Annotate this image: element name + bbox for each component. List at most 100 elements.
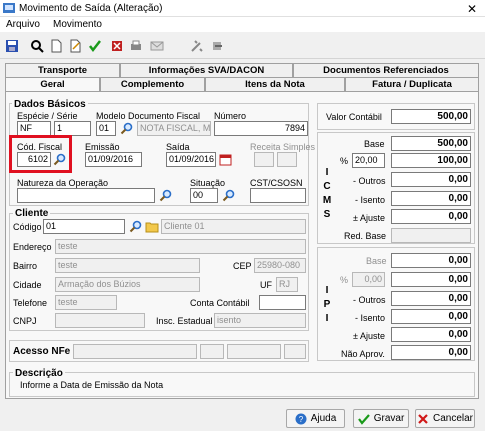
calendar-icon[interactable] [218,152,233,167]
tab-itens-da-nota[interactable]: Itens da Nota [205,77,345,91]
cliente-search-icon[interactable] [128,219,143,234]
acesso-nfe-field-1 [73,344,197,359]
situacao-search-icon[interactable] [221,188,236,203]
acesso-nfe-field-2 [200,344,224,359]
new-document-icon[interactable] [47,37,64,54]
especie-field[interactable]: NF [17,121,51,136]
cnpj-label: CNPJ [13,316,37,326]
confirm-check-icon[interactable] [86,37,103,54]
icms-outros-field[interactable]: 0,00 [391,172,471,187]
icms-red-base-field [391,228,471,243]
icms-red-base-label: Red. Base [344,231,387,241]
help-icon: ? [295,413,307,424]
natureza-field[interactable] [17,188,155,203]
ajuda-button[interactable]: ? Ajuda [286,409,345,428]
acesso-nfe-label: Acesso NFe [13,346,71,357]
icms-outros-label: - Outros [353,176,386,186]
check-icon [357,413,370,425]
ipi-outros-label: - Outros [353,295,386,305]
menu-arquivo[interactable]: Arquivo [6,19,40,30]
gravar-label: Gravar [373,413,405,424]
receita-simples-field-1 [254,152,274,167]
tab-fatura-duplicata[interactable]: Fatura / Duplicata [345,77,479,91]
highlight-box [9,135,72,173]
especie-serie-label: Espécie / Série [17,111,78,121]
icms-pct-field[interactable]: 20,00 [352,153,385,168]
modelo-code-field[interactable]: 01 [96,121,116,136]
edit-document-icon[interactable] [66,37,83,54]
icms-pct-label: % [340,156,349,166]
tab-informacoes-sva[interactable]: Informações SVA/DACON [120,63,293,77]
natureza-search-icon[interactable] [158,188,173,203]
uf-label: UF [260,280,272,290]
floppy-icon[interactable] [3,37,20,54]
modelo-label: Modelo Documento Fiscal [96,111,201,121]
delete-icon[interactable] [108,37,125,54]
bairro-field: teste [55,258,200,273]
ipi-isento-label: - Isento [355,313,386,323]
icms-letter-3: M [322,195,332,206]
endereco-label: Endereço [13,242,52,252]
modelo-search-icon[interactable] [119,121,134,136]
cliente-codigo-field[interactable]: 01 [43,219,125,234]
ipi-pct-label: % [340,275,349,285]
close-icon[interactable]: ✕ [465,2,479,16]
telefone-field: teste [55,295,117,310]
cst-field[interactable] [250,188,306,203]
ipi-valor-field[interactable]: 0,00 [391,272,471,287]
cliente-nome-field: Cliente 01 [161,219,306,234]
search-icon[interactable] [28,37,45,54]
ipi-isento-field[interactable]: 0,00 [391,309,471,324]
valor-contabil-field[interactable]: 500,00 [391,109,471,124]
insc-estadual-label: Insc. Estadual [156,316,213,326]
ipi-nao-aprov-label: Não Aprov. [341,349,385,359]
icms-vertical-label: I C M S [320,166,334,222]
ipi-ajuste-field[interactable]: 0,00 [391,327,471,342]
icms-ajuste-field[interactable]: 0,00 [391,209,471,224]
mail-icon[interactable] [148,37,165,54]
ipi-letter-3: I [325,313,329,324]
exit-icon[interactable] [208,37,225,54]
conta-contabil-label: Conta Contábil [190,298,250,308]
icms-letter-1: I [325,167,329,178]
saida-field[interactable]: 01/09/2016 [166,152,216,167]
icms-isento-field[interactable]: 0,00 [391,191,471,206]
descricao-title: Descrição [13,368,65,379]
tools-icon[interactable] [188,37,205,54]
descricao-text: Informe a Data de Emissão da Nota [20,380,164,390]
serie-field[interactable]: 1 [54,121,91,136]
ipi-pct-field: 0,00 [352,272,385,287]
cidade-field: Armação dos Búzios [55,277,200,292]
ipi-nao-aprov-field[interactable]: 0,00 [391,345,471,360]
ipi-outros-field[interactable]: 0,00 [391,291,471,306]
icms-valor-field[interactable]: 100,00 [391,153,471,168]
cancelar-button[interactable]: Cancelar [415,409,475,428]
cidade-label: Cidade [13,280,42,290]
numero-field[interactable]: 7894 [214,121,308,136]
tab-geral[interactable]: Geral [5,77,100,91]
icms-base-field[interactable]: 500,00 [391,136,471,151]
folder-icon[interactable] [144,219,159,234]
ipi-base-field[interactable]: 0,00 [391,253,471,268]
tab-documentos-referenciados[interactable]: Documentos Referenciados [293,63,479,77]
icms-ajuste-label: ± Ajuste [353,213,385,223]
toolbar [0,33,485,59]
cancel-x-icon [418,413,428,424]
insc-estadual-field: isento [214,313,306,328]
tab-complemento[interactable]: Complemento [100,77,205,91]
ipi-letter-1: I [325,285,329,296]
menu-movimento[interactable]: Movimento [53,19,102,30]
print-icon[interactable] [127,37,144,54]
emissao-field[interactable]: 01/09/2016 [85,152,142,167]
tab-transporte[interactable]: Transporte [5,63,120,77]
numero-label: Número [214,111,247,121]
conta-contabil-field[interactable] [259,295,306,310]
cst-label: CST/CSOSN [250,178,303,188]
situacao-field[interactable]: 00 [190,188,218,203]
bairro-label: Bairro [13,261,38,271]
receita-simples-label: Receita Simples [250,142,316,152]
gravar-button[interactable]: Gravar [353,409,409,428]
ipi-letter-2: P [323,299,331,310]
uf-field: RJ [276,277,298,292]
telefone-label: Telefone [13,298,48,308]
